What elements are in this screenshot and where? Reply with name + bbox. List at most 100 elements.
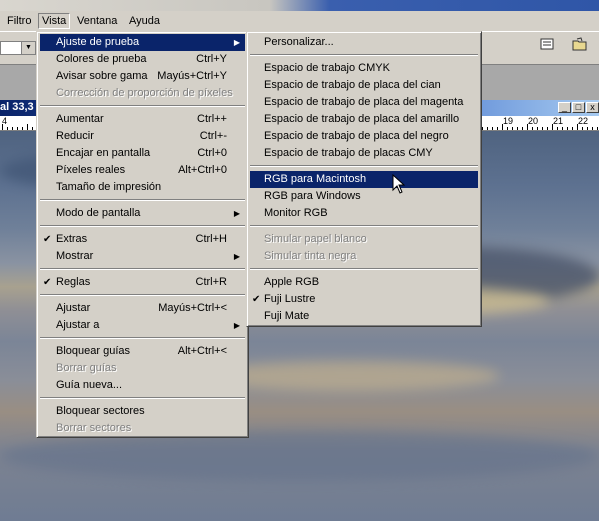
menu-item-avisar-sobre-gama[interactable]: Avisar sobre gama Mayús+Ctrl+Y <box>40 68 245 85</box>
menu-item-tamano-de-impresion[interactable]: Tamaño de impresión <box>40 179 245 196</box>
menu-separator <box>250 268 478 270</box>
menu-item-label: Fuji Mate <box>264 310 310 322</box>
ruler-tick <box>537 127 538 130</box>
menu-item-reglas[interactable]: ✔ Reglas Ctrl+R <box>40 274 245 291</box>
close-icon[interactable]: x <box>586 102 599 113</box>
menu-item-label: Corrección de proporción de píxeles <box>56 87 233 99</box>
menu-item-apple-rgb[interactable]: Apple RGB <box>250 274 478 291</box>
ruler-label: 20 <box>528 116 539 126</box>
menu-ventana[interactable]: Ventana <box>74 14 120 28</box>
menu-item-extras[interactable]: ✔ Extras Ctrl+H <box>40 231 245 248</box>
menu-item-label: Encajar en pantalla <box>56 147 151 159</box>
menu-item-borrar-guias: Borrar guías <box>40 360 245 377</box>
tool-preset-dropdown[interactable]: ▼ <box>0 41 36 55</box>
menu-item-rgb-para-macintosh[interactable]: RGB para Macintosh <box>250 171 478 188</box>
menu-item-label: Espacio de trabajo de placas CMY <box>264 147 433 159</box>
menu-vista[interactable]: Vista <box>38 13 71 29</box>
menu-item-fuji-mate[interactable]: Fuji Mate <box>250 308 478 325</box>
menu-item-label: RGB para Windows <box>264 190 361 202</box>
ruler-tick <box>587 127 588 130</box>
menu-item-modo-de-pantalla[interactable]: Modo de pantalla ▶ <box>40 205 245 222</box>
ruler-tick <box>597 127 598 130</box>
menu-item-ajustar-a[interactable]: Ajustar a ▶ <box>40 317 245 334</box>
menu-separator <box>40 199 245 201</box>
palette-icon[interactable] <box>535 37 559 59</box>
menu-item-personalizar[interactable]: Personalizar... <box>250 34 478 51</box>
menu-item-shortcut: Mayús+Ctrl+< <box>158 302 227 314</box>
ruler-tick <box>7 127 8 130</box>
menu-item-shortcut: Ctrl++ <box>197 113 227 125</box>
ruler-tick <box>507 127 508 130</box>
menu-item-espacio-de-trabajo-de-placa-del-amarillo[interactable]: Espacio de trabajo de placa del amarillo <box>250 111 478 128</box>
menu-item-colores-de-prueba[interactable]: Colores de prueba Ctrl+Y <box>40 51 245 68</box>
file-browser-icon[interactable] <box>568 37 592 59</box>
menu-item-bloquear-sectores[interactable]: Bloquear sectores <box>40 403 245 420</box>
ruler-tick <box>542 127 543 130</box>
ruler-tick <box>552 124 553 130</box>
menu-separator <box>250 54 478 56</box>
menu-item-rgb-para-windows[interactable]: RGB para Windows <box>250 188 478 205</box>
menu-item-label: RGB para Macintosh <box>264 173 367 185</box>
app-title-bar <box>0 0 599 11</box>
menu-item-espacio-de-trabajo-de-placa-del-negro[interactable]: Espacio de trabajo de placa del negro <box>250 128 478 145</box>
menu-item-label: Apple RGB <box>264 276 320 288</box>
menu-separator <box>40 397 245 399</box>
menu-item-label: Simular papel blanco <box>264 233 367 245</box>
menu-item-shortcut: Alt+Ctrl+0 <box>178 164 227 176</box>
menu-item-pixeles-reales[interactable]: Píxeles reales Alt+Ctrl+0 <box>40 162 245 179</box>
menu-item-label: Espacio de trabajo de placa del amarillo <box>264 113 460 125</box>
menu-item-label: Colores de prueba <box>56 53 147 65</box>
menu-item-simular-tinta-negra: Simular tinta negra <box>250 248 478 265</box>
ruler-tick <box>497 127 498 130</box>
ruler-tick <box>572 127 573 130</box>
ruler-tick <box>12 127 13 130</box>
menu-ayuda[interactable]: Ayuda <box>126 14 163 28</box>
ruler-tick <box>22 127 23 130</box>
ruler-tick <box>582 127 583 130</box>
submenu-arrow-icon: ▶ <box>233 209 240 218</box>
menu-item-bloquear-guias[interactable]: Bloquear guías Alt+Ctrl+< <box>40 343 245 360</box>
menu-item-shortcut: Alt+Ctrl+< <box>177 345 227 357</box>
ruler-tick <box>547 127 548 130</box>
menu-item-label: Borrar guías <box>56 362 117 374</box>
menu-item-shortcut: Mayús+Ctrl+Y <box>157 70 227 82</box>
menu-item-mostrar[interactable]: Mostrar ▶ <box>40 248 245 265</box>
check-icon: ✔ <box>43 234 52 245</box>
menu-item-correccion-de-proporcion-de-pixeles: Corrección de proporción de píxeles <box>40 85 245 102</box>
menu-item-label: Tamaño de impresión <box>56 181 162 193</box>
menu-item-espacio-de-trabajo-de-placa-del-magenta[interactable]: Espacio de trabajo de placa del magenta <box>250 94 478 111</box>
menu-item-label: Espacio de trabajo de placa del negro <box>264 130 449 142</box>
ruler-tick <box>487 127 488 130</box>
check-icon: ✔ <box>43 277 52 288</box>
ruler-tick <box>492 127 493 130</box>
menu-item-label: Ajustar a <box>56 319 100 331</box>
menu-item-monitor-rgb[interactable]: Monitor RGB <box>250 205 478 222</box>
chevron-down-icon: ▼ <box>21 42 35 54</box>
menu-item-ajuste-de-prueba[interactable]: Ajuste de prueba ▶ <box>40 34 245 51</box>
ruler-tick <box>567 127 568 130</box>
menu-item-label: Guía nueva... <box>56 379 123 391</box>
ruler-tick <box>527 124 528 130</box>
ruler-tick <box>562 127 563 130</box>
menu-item-label: Simular tinta negra <box>264 250 357 262</box>
menu-item-shortcut: Ctrl+- <box>199 130 227 142</box>
menu-item-guia-nueva[interactable]: Guía nueva... <box>40 377 245 394</box>
menu-item-shortcut: Ctrl+H <box>195 233 227 245</box>
menu-item-encajar-en-pantalla[interactable]: Encajar en pantalla Ctrl+0 <box>40 145 245 162</box>
ruler-tick <box>522 127 523 130</box>
menu-filtro[interactable]: Filtro <box>4 14 34 28</box>
menu-item-aumentar[interactable]: Aumentar Ctrl++ <box>40 111 245 128</box>
menu-item-reducir[interactable]: Reducir Ctrl+- <box>40 128 245 145</box>
menu-separator <box>40 268 245 270</box>
maximize-icon[interactable]: □ <box>572 102 585 113</box>
menu-item-espacio-de-trabajo-cmyk[interactable]: Espacio de trabajo CMYK <box>250 60 478 77</box>
vista-menu: Ajuste de prueba ▶ Colores de prueba Ctrl+Y… <box>36 31 249 438</box>
menu-item-espacio-de-trabajo-de-placa-del-cian[interactable]: Espacio de trabajo de placa del cian <box>250 77 478 94</box>
menu-item-espacio-de-trabajo-de-placas-cmy[interactable]: Espacio de trabajo de placas CMY <box>250 145 478 162</box>
menu-item-shortcut: Ctrl+0 <box>197 147 227 159</box>
submenu-arrow-icon: ▶ <box>233 38 240 47</box>
minimize-icon[interactable]: _ <box>558 102 571 113</box>
menu-item-fuji-lustre[interactable]: ✔ Fuji Lustre <box>250 291 478 308</box>
menu-item-shortcut: Ctrl+Y <box>196 53 227 65</box>
menu-item-ajustar[interactable]: Ajustar Mayús+Ctrl+< <box>40 300 245 317</box>
